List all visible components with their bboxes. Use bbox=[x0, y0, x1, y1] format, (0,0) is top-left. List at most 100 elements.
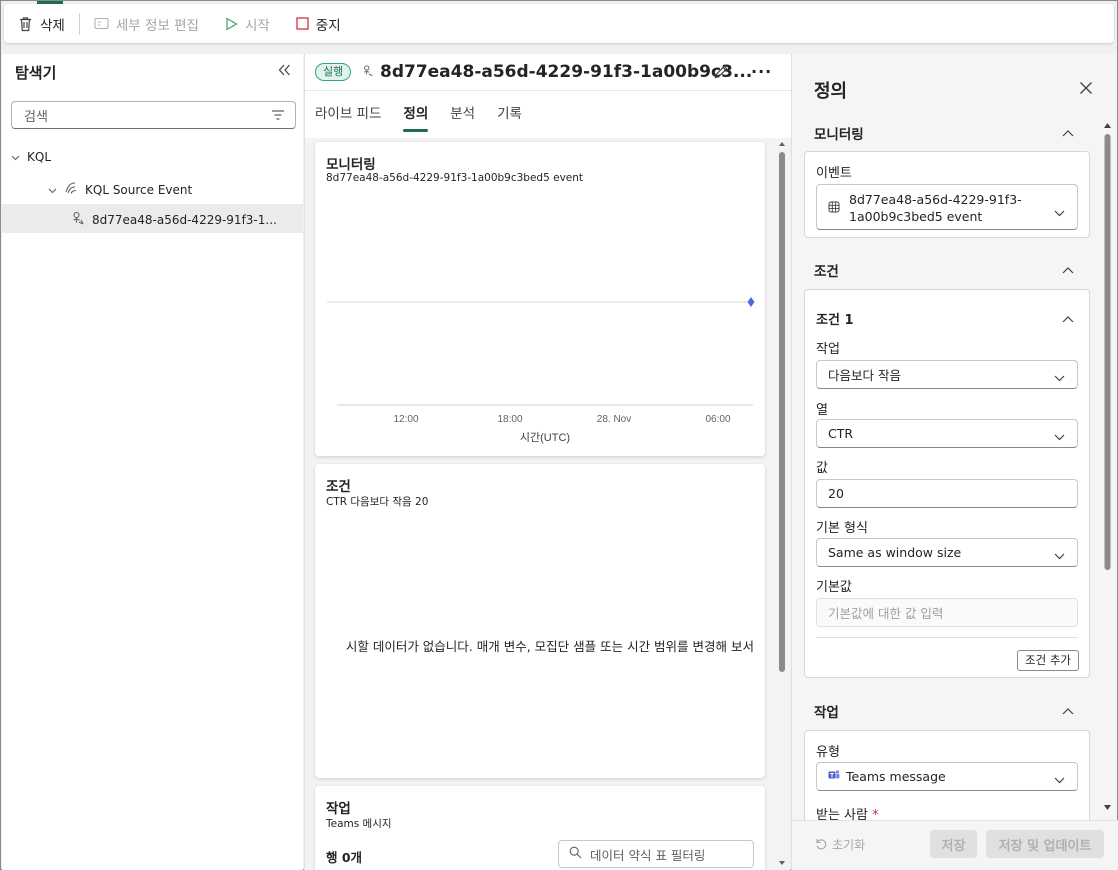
event-stream-icon bbox=[64, 181, 78, 198]
play-icon bbox=[225, 16, 238, 31]
chevron-down-icon bbox=[1054, 429, 1065, 444]
tree-item-kql[interactable]: KQL bbox=[11, 150, 51, 164]
condition-1-label: 조건 1 bbox=[816, 313, 854, 328]
row-count: 행 0개 bbox=[326, 850, 363, 865]
app-window: 삭제 세부 정보 편집 시작 중지 탐색기 검색 KQL KQL Source … bbox=[0, 0, 1118, 870]
chevron-up-icon[interactable] bbox=[1062, 312, 1074, 327]
chevron-down-icon bbox=[1054, 370, 1065, 385]
monitoring-chart: 12:00 18:00 28. Nov 06:00 시간(UTC) bbox=[327, 297, 755, 444]
default-value-input[interactable]: 기본값에 대한 값 입력 bbox=[816, 598, 1078, 627]
data-point bbox=[747, 297, 755, 307]
chevron-down-icon bbox=[1054, 772, 1065, 787]
center-pane: 실행 8d77ea48-a56d-4229-91f3-1a00b9c3... ·… bbox=[304, 54, 791, 870]
tree-item-label: 8d77ea48-a56d-4229-91f3-1... bbox=[92, 212, 277, 227]
chevron-up-icon[interactable] bbox=[1062, 263, 1074, 278]
chevron-up-icon[interactable] bbox=[1062, 704, 1074, 719]
tree-item-label: KQL bbox=[27, 150, 51, 164]
start-label: 시작 bbox=[244, 17, 270, 34]
rule-icon bbox=[362, 64, 374, 81]
action-box: 유형 Teams message 받는 사람 * bbox=[804, 730, 1090, 820]
action-card-subtitle: Teams 메시지 bbox=[326, 818, 392, 830]
explorer-pane: 탐색기 검색 KQL KQL Source Event 8d77ea48-a56… bbox=[2, 54, 303, 870]
tab-analytics[interactable]: 분석 bbox=[450, 102, 475, 132]
start-button[interactable]: 시작 bbox=[225, 14, 270, 34]
collapse-pane-icon[interactable] bbox=[278, 64, 291, 80]
type-value: Teams message bbox=[846, 769, 946, 784]
grid-icon bbox=[828, 200, 840, 217]
default-type-label: 기본 형식 bbox=[816, 521, 868, 536]
x-tick-label: 12:00 bbox=[393, 414, 418, 425]
teams-icon bbox=[828, 769, 840, 784]
monitoring-card: 모니터링 8d77ea48-a56d-4229-91f3-1a00b9c3bed… bbox=[315, 142, 765, 456]
monitoring-section-label: 모니터링 bbox=[814, 127, 864, 143]
toolbar: 삭제 세부 정보 편집 시작 중지 bbox=[4, 4, 1114, 43]
action-section-label: 작업 bbox=[814, 705, 839, 721]
filter-icon[interactable] bbox=[271, 109, 285, 125]
item-header: 실행 8d77ea48-a56d-4229-91f3-1a00b9c3... ·… bbox=[305, 54, 791, 138]
tab-history[interactable]: 기록 bbox=[497, 102, 522, 132]
reset-label: 초기화 bbox=[832, 838, 866, 852]
add-condition-button[interactable]: 조건 추가 bbox=[1017, 650, 1079, 671]
operation-label: 작업 bbox=[816, 342, 840, 357]
event-value-line1: 8d77ea48-a56d-4229-91f3- bbox=[849, 192, 1022, 207]
edit-details-icon bbox=[94, 17, 109, 30]
stop-button[interactable]: 중지 bbox=[296, 14, 341, 34]
default-value-label: 기본값 bbox=[816, 580, 852, 595]
tab-definition[interactable]: 정의 bbox=[403, 102, 428, 132]
column-value: CTR bbox=[828, 426, 854, 441]
chevron-down-icon bbox=[11, 150, 20, 164]
column-dropdown[interactable]: CTR bbox=[816, 419, 1078, 448]
chevron-down-icon bbox=[48, 183, 57, 197]
condition-card-subtitle: CTR 다음보다 작음 20 bbox=[326, 496, 429, 508]
column-label: 열 bbox=[816, 403, 828, 418]
empty-data-message: 시할 데이터가 없습니다. 매개 변수, 모집단 샘플 또는 시간 범위를 변경… bbox=[345, 639, 754, 654]
stop-label: 중지 bbox=[315, 17, 341, 34]
panel-scrollbar[interactable] bbox=[1103, 122, 1112, 812]
condition-box: 조건 1 작업 다음보다 작음 열 CTR 값 20 기본 형식 Same as… bbox=[804, 289, 1090, 678]
rule-icon bbox=[71, 211, 85, 228]
action-card-title: 작업 bbox=[326, 801, 351, 817]
delete-button[interactable]: 삭제 bbox=[18, 14, 65, 34]
panel-footer: 초기화 저장 저장 및 업데이트 bbox=[792, 820, 1118, 870]
chevron-up-icon[interactable] bbox=[1062, 126, 1074, 141]
value-input[interactable]: 20 bbox=[816, 479, 1078, 508]
edit-details-button[interactable]: 세부 정보 편집 bbox=[94, 14, 199, 34]
tree-item-rule[interactable]: 8d77ea48-a56d-4229-91f3-1... bbox=[71, 211, 277, 228]
operation-dropdown[interactable]: 다음보다 작음 bbox=[816, 360, 1078, 389]
required-mark: * bbox=[872, 808, 879, 820]
save-button[interactable]: 저장 bbox=[930, 830, 977, 858]
x-tick-label: 18:00 bbox=[497, 414, 522, 425]
action-card: 작업 Teams 메시지 행 0개 데이터 약식 표 필터링 bbox=[315, 786, 765, 870]
pencil-icon[interactable] bbox=[713, 64, 729, 84]
reset-button[interactable]: 초기화 bbox=[814, 836, 865, 853]
event-dropdown[interactable]: 8d77ea48-a56d-4229-91f3- 1a00b9c3bed5 ev… bbox=[816, 184, 1078, 230]
condition-section-label: 조건 bbox=[814, 264, 839, 280]
center-scrollbar[interactable] bbox=[778, 140, 786, 867]
table-filter-input[interactable]: 데이터 약식 표 필터링 bbox=[558, 840, 754, 868]
explorer-search-input[interactable]: 검색 bbox=[11, 101, 296, 129]
tree-item-label: KQL Source Event bbox=[85, 182, 193, 197]
type-label: 유형 bbox=[816, 745, 840, 760]
type-dropdown[interactable]: Teams message bbox=[816, 762, 1078, 791]
event-label: 이벤트 bbox=[816, 166, 852, 181]
recipient-label-text: 받는 사람 bbox=[816, 808, 868, 820]
chevron-down-icon bbox=[1054, 548, 1065, 563]
value-text: 20 bbox=[828, 486, 844, 501]
operation-value: 다음보다 작음 bbox=[828, 368, 901, 383]
default-type-dropdown[interactable]: Same as window size bbox=[816, 538, 1078, 567]
close-icon[interactable] bbox=[1079, 81, 1093, 99]
stop-icon bbox=[296, 17, 309, 30]
search-placeholder: 검색 bbox=[24, 109, 48, 125]
delete-label: 삭제 bbox=[40, 17, 65, 34]
save-update-button[interactable]: 저장 및 업데이트 bbox=[986, 830, 1104, 858]
x-axis-label: 시간(UTC) bbox=[520, 431, 570, 444]
tree-item-kql-source-event[interactable]: KQL Source Event bbox=[48, 181, 192, 198]
more-options-icon[interactable]: ··· bbox=[751, 62, 772, 81]
toolbar-divider bbox=[78, 12, 80, 35]
tab-bar: 라이브 피드 정의 분석 기록 bbox=[315, 102, 522, 132]
tab-live-feed[interactable]: 라이브 피드 bbox=[315, 102, 381, 132]
chevron-down-icon bbox=[1054, 204, 1065, 221]
condition-divider bbox=[816, 637, 1078, 638]
header-divider bbox=[305, 90, 791, 91]
search-icon bbox=[569, 846, 582, 862]
